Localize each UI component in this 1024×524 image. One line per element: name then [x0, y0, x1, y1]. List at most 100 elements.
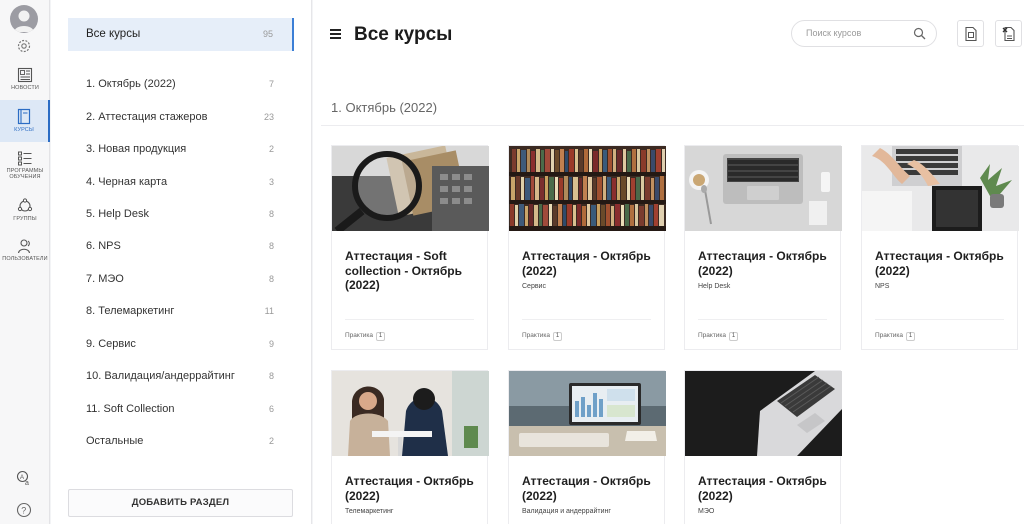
- svg-text:A: A: [20, 475, 24, 481]
- course-type: Практика 1: [698, 332, 739, 341]
- section-name: 9. Сервис: [86, 338, 136, 350]
- course-image-bookshelf: [509, 146, 666, 231]
- section-item[interactable]: 9. Сервис 9: [68, 335, 294, 355]
- section-name: 3. Новая продукция: [86, 143, 187, 155]
- course-title: Аттестация - Soft collection - Октябрь (…: [345, 249, 463, 292]
- page-title: Все курсы: [354, 24, 453, 45]
- course-subtitle: Help Desk: [698, 283, 731, 290]
- groups-icon: [17, 198, 33, 212]
- course-title: Аттестация - Октябрь (2022): [522, 474, 651, 503]
- rail-item-courses[interactable]: Курсы: [0, 100, 50, 142]
- section-item[interactable]: 1. Октябрь (2022) 7: [68, 75, 294, 95]
- section-item[interactable]: Остальные 2: [68, 432, 294, 452]
- rail-item-users[interactable]: Пользователи: [0, 238, 50, 266]
- section-count: 2: [268, 436, 274, 446]
- course-subtitle: NPS: [875, 283, 890, 290]
- section-count: 11: [264, 306, 274, 316]
- rail-item-label: Курсы: [14, 127, 34, 133]
- course-subtitle: МЭО: [698, 508, 715, 515]
- course-type-count: 1: [729, 332, 739, 341]
- course-image-typing: [862, 146, 1019, 231]
- section-item[interactable]: 4. Черная карта 3: [68, 173, 294, 193]
- export-button[interactable]: [995, 20, 1022, 47]
- section-count: 8: [268, 241, 274, 251]
- courses-icon: [17, 108, 31, 125]
- section-count: 8: [268, 209, 274, 219]
- section-item[interactable]: 7. МЭО 8: [68, 270, 294, 290]
- section-name: 10. Валидация/андеррайтинг: [86, 370, 235, 382]
- section-name: Все курсы: [86, 28, 141, 40]
- section-item[interactable]: 2. Аттестация стажеров 23: [68, 108, 294, 128]
- section-item[interactable]: 3. Новая продукция 2: [68, 140, 294, 160]
- section-item[interactable]: 10. Валидация/андеррайтинг 8: [68, 367, 294, 387]
- rail-item-news[interactable]: Новости: [0, 67, 50, 97]
- section-heading: 1. Октябрь (2022): [331, 100, 438, 115]
- course-title: Аттестация - Октябрь (2022): [522, 249, 651, 278]
- section-count: 8: [268, 274, 274, 284]
- course-title: Аттестация - Октябрь (2022): [698, 474, 827, 503]
- help-icon[interactable]: ?: [16, 502, 32, 523]
- course-type-count: 1: [906, 332, 916, 341]
- gear-icon[interactable]: [16, 38, 32, 54]
- section-name: 2. Аттестация стажеров: [86, 111, 208, 123]
- sections-panel: Все курсы 95 1. Октябрь (2022) 7 2. Аттес…: [51, 0, 312, 524]
- section-name: 1. Октябрь (2022): [86, 78, 176, 90]
- svg-text:?: ?: [21, 506, 26, 516]
- section-item[interactable]: 11. Soft Collection 6: [68, 400, 294, 420]
- rail-item-label: Пользователи: [2, 256, 48, 262]
- section-count: 6: [268, 404, 274, 414]
- rail-item-programs[interactable]: Программы обучения: [0, 150, 50, 186]
- section-count: 3: [268, 177, 274, 187]
- translate-icon[interactable]: Aa: [16, 470, 33, 492]
- course-type-count: 1: [553, 332, 563, 341]
- course-type-label: Практика: [345, 332, 374, 339]
- menu-icon[interactable]: [330, 29, 341, 41]
- course-card[interactable]: Аттестация - Soft collection - Октябрь (…: [331, 145, 489, 350]
- course-title: Аттестация - Октябрь (2022): [698, 249, 827, 278]
- course-subtitle: Валидация и андеррайтинг: [522, 508, 611, 515]
- document-export-icon: [1002, 26, 1015, 42]
- course-card[interactable]: Аттестация - Октябрь (2022) NPS Практика…: [861, 145, 1019, 350]
- section-name: 11. Soft Collection: [86, 403, 175, 415]
- import-button[interactable]: [957, 20, 984, 47]
- course-image-magnifier: [332, 146, 489, 231]
- programs-icon: [18, 151, 32, 166]
- rail-item-label: Программы обучения: [6, 168, 44, 180]
- search-input[interactable]: Поиск курсов: [791, 20, 937, 47]
- course-subtitle: Сервис: [522, 283, 546, 290]
- avatar[interactable]: [10, 5, 38, 33]
- users-icon: [17, 239, 31, 254]
- svg-text:a: a: [25, 480, 29, 487]
- divider: [522, 319, 651, 320]
- section-count: 9: [268, 339, 274, 349]
- course-card[interactable]: Аттестация - Октябрь (2022) Сервис Практ…: [508, 145, 666, 350]
- section-item[interactable]: 6. NPS 8: [68, 237, 294, 257]
- section-name: 4. Черная карта: [86, 176, 168, 188]
- search-icon: [913, 27, 926, 40]
- course-type-count: 1: [376, 332, 386, 341]
- course-type-label: Практика: [698, 332, 727, 339]
- add-section-button[interactable]: ДОБАВИТЬ РАЗДЕЛ: [68, 489, 293, 517]
- section-name: 8. Телемаркетинг: [86, 305, 175, 317]
- course-card[interactable]: Аттестация - Октябрь (2022) Help Desk Пр…: [684, 145, 842, 350]
- section-name: 6. NPS: [86, 240, 121, 252]
- section-count: 2: [268, 144, 274, 154]
- section-name: 5. Help Desk: [86, 208, 149, 220]
- course-card[interactable]: Аттестация - Октябрь (2022) Валидация и …: [508, 370, 666, 524]
- course-title: Аттестация - Октябрь (2022): [345, 474, 474, 503]
- divider: [345, 319, 474, 320]
- course-card[interactable]: Аттестация - Октябрь (2022) МЭО: [684, 370, 842, 524]
- section-item[interactable]: 8. Телемаркетинг 11: [68, 302, 294, 322]
- course-type-label: Практика: [875, 332, 904, 339]
- section-count: 7: [268, 79, 274, 89]
- section-item[interactable]: 5. Help Desk 8: [68, 205, 294, 225]
- course-image-dark-laptop: [685, 371, 842, 456]
- rail-item-groups[interactable]: Группы: [0, 198, 50, 226]
- course-card[interactable]: Аттестация - Октябрь (2022) Телемаркетин…: [331, 370, 489, 524]
- section-item-all[interactable]: Все курсы 95: [68, 18, 294, 51]
- section-count: 95: [262, 29, 273, 39]
- course-image-dashboard: [509, 371, 666, 456]
- course-type: Практика 1: [875, 332, 916, 341]
- section-count: 8: [268, 371, 274, 381]
- course-type: Практика 1: [345, 332, 386, 341]
